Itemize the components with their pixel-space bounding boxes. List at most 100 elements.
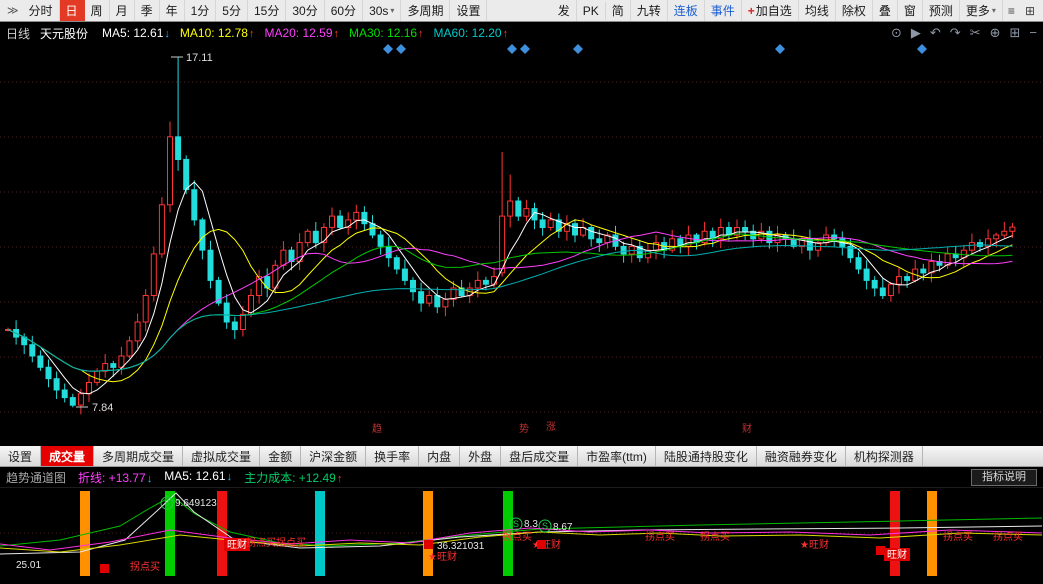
indicator-chart-panel[interactable]: SSS9.6491238.38.6736.32103125.01旺财旺财★旺财★…	[0, 488, 1043, 584]
svg-text:拐点买: 拐点买	[130, 560, 160, 573]
svg-text:拐点买: 拐点买	[943, 530, 973, 543]
period-button-3[interactable]: 月	[110, 0, 135, 21]
indicator-stat-1: MA5: 12.61↓	[164, 469, 232, 486]
tab-item-4[interactable]: 金额	[260, 446, 301, 466]
toolbar-button-11[interactable]: 预测	[923, 0, 960, 21]
svg-text:趋: 趋	[372, 422, 382, 435]
toolbar-button-9[interactable]: 叠	[873, 0, 898, 21]
toolbar-button-7[interactable]: 均线	[799, 0, 836, 21]
toolbar-icon-0[interactable]: ≡	[1003, 4, 1020, 18]
ma-readout-1: MA10: 12.78↑	[180, 26, 255, 40]
top-toolbar: ≫ 分时日周月季年1分5分15分30分60分30s▾多周期设置 发PK简九转连板…	[0, 0, 1043, 22]
toolbar-button-2[interactable]: 简	[606, 0, 631, 21]
toolbar-button-3[interactable]: 九转	[631, 0, 668, 21]
chart-icon-3[interactable]: ↷	[950, 25, 961, 41]
svg-text:势: 势	[519, 422, 529, 435]
toolbar-button-4[interactable]: 连板	[668, 0, 705, 21]
chart-icon-2[interactable]: ↶	[930, 25, 941, 41]
tab-item-9[interactable]: 盘后成交量	[501, 446, 578, 466]
svg-text:7.84: 7.84	[92, 402, 113, 414]
dropdown-caret-icon: ▾	[390, 6, 394, 15]
plus-icon: +	[748, 4, 755, 18]
candlestick-chart: 17.117.84趋势涨财	[0, 22, 1043, 446]
period-button-9[interactable]: 30分	[286, 0, 324, 21]
svg-text:S: S	[513, 519, 519, 529]
up-arrow-icon: ↑	[249, 28, 255, 40]
ma-values: MA5: 12.61↓MA10: 12.78↑MA20: 12.59↑MA30:…	[102, 26, 518, 40]
ma-readout-4: MA60: 12.20↑	[434, 26, 509, 40]
tab-item-8[interactable]: 外盘	[460, 446, 501, 466]
tab-item-13[interactable]: 机构探测器	[846, 446, 923, 466]
chart-icon-5[interactable]: ⊕	[990, 25, 1001, 41]
indicator-title: 趋势通道图	[6, 469, 66, 486]
svg-text:拐点买: 拐点买	[246, 536, 276, 549]
chart-icon-0[interactable]: ⊙	[891, 25, 902, 41]
down-arrow-icon: ↓	[164, 28, 170, 40]
toolbar-button-12[interactable]: 更多▾	[960, 0, 1003, 21]
tab-item-6[interactable]: 换手率	[366, 446, 419, 466]
period-button-7[interactable]: 5分	[216, 0, 248, 21]
ma-readout-0: MA5: 12.61↓	[102, 26, 170, 40]
down-arrow-icon: ↓	[147, 473, 153, 485]
svg-text:拐点买: 拐点买	[276, 536, 306, 549]
svg-text:★旺财: ★旺财	[428, 550, 457, 563]
toolbar-button-10[interactable]: 窗	[898, 0, 923, 21]
tab-item-0[interactable]: 设置	[0, 446, 41, 466]
tab-item-11[interactable]: 陆股通持股变化	[656, 446, 757, 466]
main-chart-panel[interactable]: 17.117.84趋势涨财 日线 天元股份 MA5: 12.61↓MA10: 1…	[0, 22, 1043, 446]
period-button-2[interactable]: 周	[85, 0, 110, 21]
svg-text:S: S	[542, 521, 548, 531]
toolbar-button-1[interactable]: PK	[577, 2, 606, 20]
period-button-5[interactable]: 年	[160, 0, 185, 21]
svg-text:★旺财: ★旺财	[532, 538, 561, 551]
toolbar-right-group: 发PK简九转连板事件+加自选均线除权叠窗预测更多▾≡⊞	[552, 0, 1040, 21]
svg-text:涨: 涨	[546, 421, 556, 433]
toolbar-button-8[interactable]: 除权	[836, 0, 873, 21]
toolbar-button-5[interactable]: 事件	[705, 0, 742, 21]
period-button-11[interactable]: 30s▾	[363, 0, 401, 21]
period-button-8[interactable]: 15分	[248, 0, 286, 21]
tab-item-1[interactable]: 成交量	[41, 446, 94, 466]
tab-item-5[interactable]: 沪深金额	[301, 446, 366, 466]
fast-forward-icon[interactable]: ≫	[3, 4, 23, 17]
period-button-0[interactable]: 分时	[23, 0, 60, 21]
svg-text:8.3: 8.3	[524, 519, 538, 530]
tab-item-12[interactable]: 融资融券变化	[757, 446, 846, 466]
period-button-4[interactable]: 季	[135, 0, 160, 21]
tab-item-2[interactable]: 多周期成交量	[94, 446, 183, 466]
app-window: ≫ 分时日周月季年1分5分15分30分60分30s▾多周期设置 发PK简九转连板…	[0, 0, 1043, 579]
indicator-stat-2: 主力成本: +12.49↑	[244, 469, 342, 486]
up-arrow-icon: ↑	[503, 28, 509, 40]
svg-text:17.11: 17.11	[186, 52, 213, 64]
ma-readout-3: MA30: 12.16↑	[349, 26, 424, 40]
chart-icon-6[interactable]: ⊞	[1010, 25, 1021, 41]
svg-text:★旺财: ★旺财	[800, 538, 829, 551]
chart-icon-1[interactable]: ▶	[911, 25, 921, 41]
svg-text:拐点买: 拐点买	[645, 530, 675, 543]
period-button-10[interactable]: 60分	[325, 0, 363, 21]
chart-icon-4[interactable]: ✂	[970, 25, 981, 41]
indicator-help-button[interactable]: 指标说明	[971, 469, 1037, 486]
svg-text:25.01: 25.01	[16, 560, 41, 571]
period-button-1[interactable]: 日	[60, 0, 85, 21]
svg-text:旺财: 旺财	[887, 548, 907, 561]
svg-text:S: S	[164, 498, 170, 508]
svg-text:36.321031: 36.321031	[437, 541, 485, 552]
indicator-chart: SSS9.6491238.38.6736.32103125.01旺财旺财★旺财★…	[0, 488, 1043, 579]
indicator-stat-0: 折线: +13.77↓	[78, 469, 152, 486]
period-button-13[interactable]: 设置	[450, 0, 487, 21]
tab-item-10[interactable]: 市盈率(ttm)	[578, 446, 656, 466]
svg-text:旺财: 旺财	[227, 538, 247, 551]
toolbar-button-6[interactable]: +加自选	[742, 0, 799, 21]
stock-name: 天元股份	[40, 25, 88, 42]
tab-item-3[interactable]: 虚拟成交量	[183, 446, 260, 466]
svg-text:拐点买: 拐点买	[700, 530, 730, 543]
toolbar-icon-1[interactable]: ⊞	[1020, 4, 1040, 18]
toolbar-button-0[interactable]: 发	[552, 0, 577, 21]
down-arrow-icon: ↓	[227, 471, 233, 483]
period-button-6[interactable]: 1分	[185, 0, 217, 21]
chart-icon-7[interactable]: −	[1029, 25, 1037, 41]
period-button-12[interactable]: 多周期	[401, 0, 450, 21]
tab-item-7[interactable]: 内盘	[419, 446, 460, 466]
chart-tool-icons: ⊙ ▶ ↶ ↷ ✂ ⊕ ⊞−	[891, 25, 1037, 41]
